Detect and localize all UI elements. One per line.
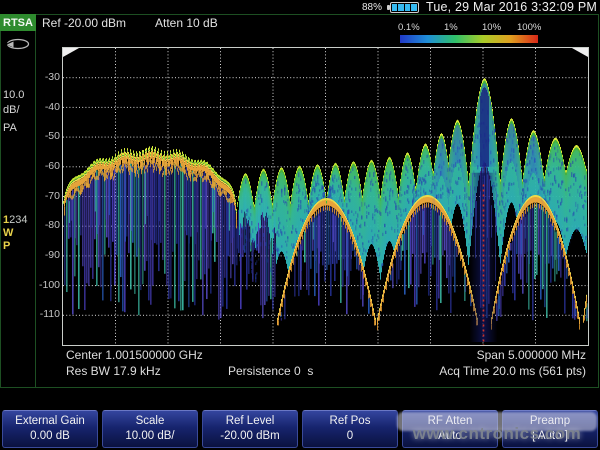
softkey-bar: External Gain0.00 dB Scale10.00 dB/ Ref …	[0, 410, 600, 448]
persistence-spectrum-canvas	[62, 47, 589, 346]
trace-status-indicator: 1234 W P	[3, 214, 28, 253]
left-sidebar: RTSA 10.0 dB/ PA 1234 W P	[0, 14, 36, 388]
acq-time-readout: Acq Time 20.0 ms (561 pts)	[439, 364, 586, 378]
y-axis-label: -60	[34, 160, 60, 172]
y-axis-label: -70	[34, 190, 60, 202]
y-axis-label: -40	[34, 101, 60, 113]
softkey-external-gain[interactable]: External Gain0.00 dB	[2, 410, 98, 448]
density-legend-gradient	[400, 35, 538, 43]
span-readout[interactable]: Span 5.000000 MHz	[477, 348, 586, 362]
mode-badge[interactable]: RTSA	[0, 14, 36, 31]
preamp-indicator: PA	[3, 122, 17, 134]
softkey-scale[interactable]: Scale10.00 dB/	[102, 410, 198, 448]
battery-body	[390, 2, 419, 13]
y-axis-label: -80	[34, 219, 60, 231]
scale-indicator: 10.0 dB/	[3, 88, 24, 118]
analyzer-screen: 88% Tue, 29 Mar 2016 3:32:09 PM RTSA 10.…	[0, 0, 600, 450]
status-bar: 88% Tue, 29 Mar 2016 3:32:09 PM	[0, 0, 600, 14]
trace-p-indicator: P	[3, 240, 28, 253]
atten-readout[interactable]: Atten 10 dB	[155, 16, 218, 30]
y-axis-label: -90	[34, 249, 60, 261]
y-axis-label: -30	[34, 71, 60, 83]
softkey-rf-atten[interactable]: RF AttenAuto	[402, 410, 498, 448]
y-axis-label: -100	[34, 279, 60, 291]
softkey-preamp[interactable]: Preamp[ Auto ]	[502, 410, 598, 448]
trace-write-indicator: W	[3, 227, 28, 240]
density-legend-labels: 0.1% 1% 10% 100%	[398, 22, 540, 34]
battery-icon	[387, 2, 421, 13]
center-freq-readout[interactable]: Center 1.001500000 GHz	[66, 348, 203, 362]
density-legend: 0.1% 1% 10% 100%	[398, 22, 540, 46]
softkey-ref-level[interactable]: Ref Level-20.00 dBm	[202, 410, 298, 448]
softkey-ref-pos[interactable]: Ref Pos0	[302, 410, 398, 448]
res-bw-readout[interactable]: Res BW 17.9 kHz	[66, 364, 161, 378]
battery-percent: 88%	[362, 2, 382, 13]
datetime-label: Tue, 29 Mar 2016 3:32:09 PM	[426, 0, 597, 14]
scale-unit: dB/	[3, 103, 24, 118]
ref-level-readout[interactable]: Ref -20.00 dBm	[42, 16, 126, 30]
y-axis-label: -50	[34, 130, 60, 142]
scale-value: 10.0	[3, 88, 24, 103]
y-axis-label: -110	[34, 308, 60, 320]
continuous-sweep-icon	[4, 37, 32, 51]
persistence-readout[interactable]: Persistence 0 s	[228, 364, 313, 378]
trace-4-indicator: 4	[21, 214, 27, 226]
